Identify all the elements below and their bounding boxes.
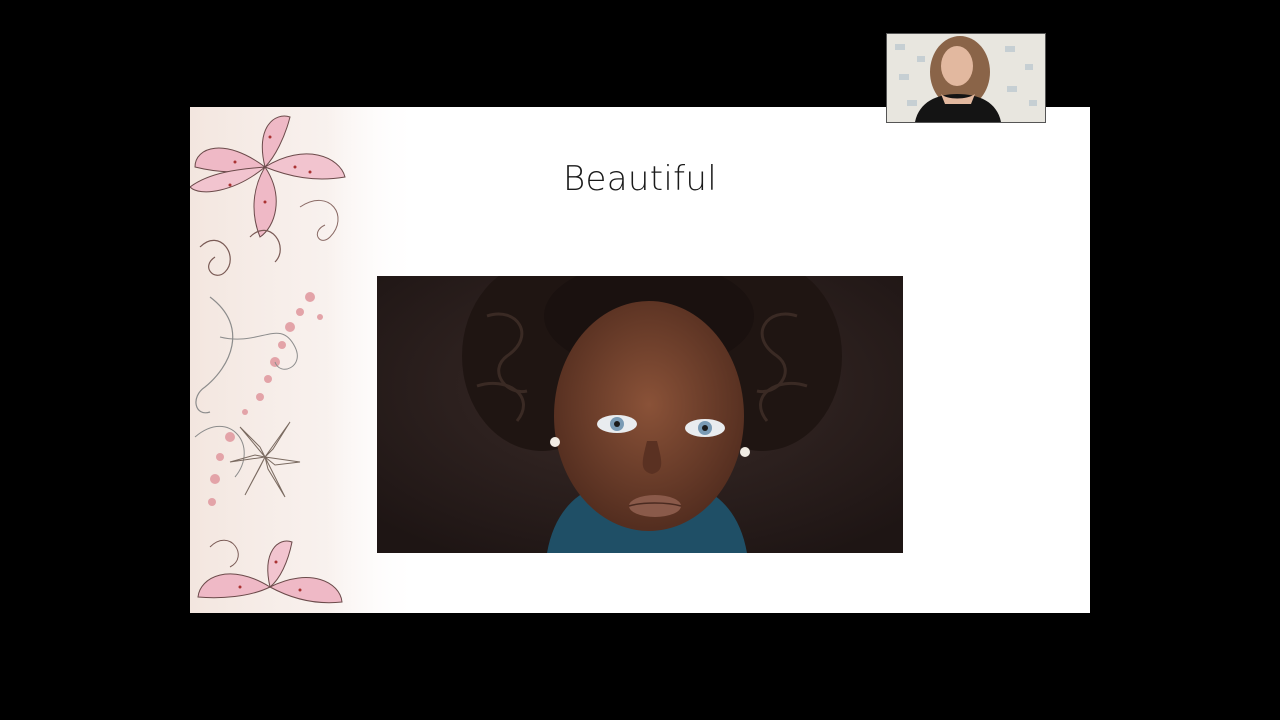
slide: Beautiful [190,107,1090,613]
presenter-webcam-video [886,33,1046,123]
slide-title: Beautiful [562,159,717,199]
presentation-screen: Beautiful [0,0,1280,720]
portrait-photo [377,276,903,553]
